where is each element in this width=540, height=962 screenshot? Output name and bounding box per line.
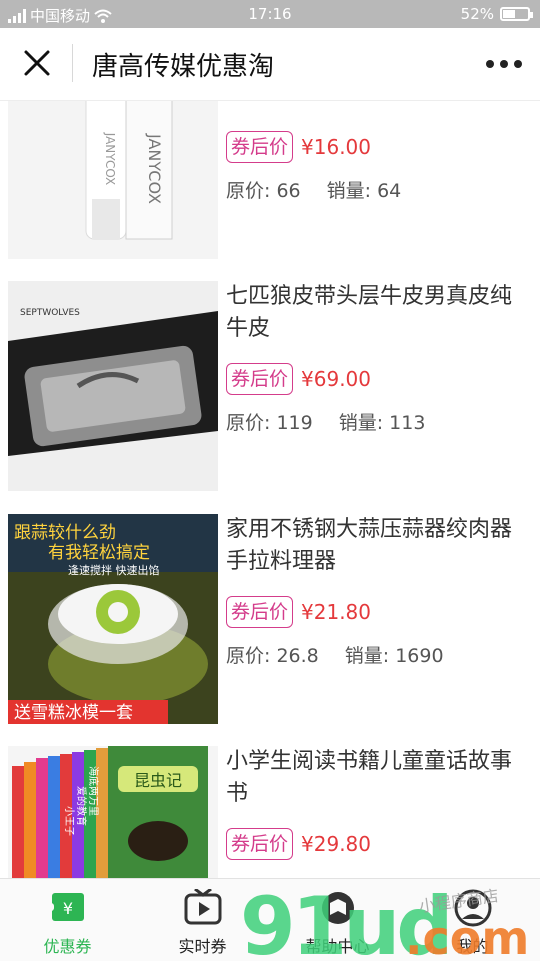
battery-icon <box>500 7 533 21</box>
coupon-price-badge: 券后价 <box>226 363 294 395</box>
coupon-price-badge: 券后价 <box>226 828 294 860</box>
tab-label: 我的 <box>456 937 489 956</box>
banner-text-3: 逢速搅拌 快速出馅 <box>68 563 160 577</box>
brand-label-tube: JANYCOX <box>103 132 117 185</box>
product-item[interactable]: 跟蒜较什么劲 有我轻松搞定 逢速搅拌 快速出馅 送雪糕冰模一套 家用不锈钢大蒜压… <box>0 514 540 724</box>
original-price-label: 原价: <box>226 645 271 667</box>
play-icon <box>184 889 221 925</box>
more-options-button[interactable] <box>486 52 522 76</box>
product-image[interactable]: JANYCOX JANYCOX <box>8 101 218 259</box>
original-price: 119 <box>276 412 313 434</box>
book-title: 爱的教育 <box>75 786 88 826</box>
bottom-tab-bar: ¥ 优惠券 实时券 帮助中心 我的 <box>0 878 540 961</box>
cosmetic-tube-image: JANYCOX JANYCOX <box>8 101 218 259</box>
sales-count: 1690 <box>395 645 444 667</box>
coupon-icon: ¥ <box>47 893 84 921</box>
product-name[interactable]: 七匹狼皮带头层牛皮男真皮纯牛皮 <box>226 281 526 345</box>
dot <box>486 60 494 68</box>
coupon-price-badge: 券后价 <box>226 596 294 628</box>
sales-count: 113 <box>389 412 426 434</box>
close-icon[interactable] <box>20 46 54 80</box>
sales-label: 销量: <box>338 412 384 434</box>
tab-coupons[interactable]: ¥ 优惠券 <box>0 879 135 961</box>
book-title: 小王子 <box>63 806 75 836</box>
original-price-label: 原价: <box>226 180 271 202</box>
coupon-price: ¥16.00 <box>301 135 371 159</box>
user-icon <box>454 889 491 927</box>
page-title: 唐高传媒优惠淘 <box>92 52 275 82</box>
tab-label: 优惠券 <box>43 937 92 956</box>
book-title: 昆虫记 <box>134 771 182 790</box>
title-divider <box>72 44 73 82</box>
help-icon <box>321 892 354 924</box>
price-row: 券后价 ¥21.80 <box>226 596 371 628</box>
sales-label: 销量: <box>344 645 390 667</box>
status-bar: 中国移动 17:16 52% <box>0 0 540 28</box>
status-right: 52% <box>460 5 533 23</box>
sales-count: 64 <box>377 180 402 202</box>
book-title: 海底两万里 <box>87 766 100 816</box>
banner-text-1: 跟蒜较什么劲 <box>14 523 116 543</box>
battery-level <box>503 10 516 18</box>
price-row: 券后价 ¥16.00 <box>226 131 371 163</box>
product-name[interactable]: 家用不锈钢大蒜压蒜器绞肉器手拉料理器 <box>226 514 526 578</box>
original-price: 66 <box>276 180 301 202</box>
product-image[interactable]: SEPTWOLVES <box>8 281 218 491</box>
books-image: 昆虫记 小王子 爱的教育 海底两万里 <box>8 746 218 878</box>
product-item[interactable]: 昆虫记 小王子 爱的教育 海底两万里 小学生阅读书籍儿童童话故事书 券后价 ¥2… <box>0 746 540 878</box>
svg-text:¥: ¥ <box>62 899 72 918</box>
sales-label: 销量: <box>326 180 372 202</box>
garlic-press-image: 跟蒜较什么劲 有我轻松搞定 逢速搅拌 快速出馅 送雪糕冰模一套 <box>8 514 218 724</box>
banner-text-4: 送雪糕冰模一套 <box>14 703 133 723</box>
battery-percent: 52% <box>460 5 494 23</box>
banner-text-2: 有我轻松搞定 <box>48 543 150 563</box>
product-item[interactable]: JANYCOX JANYCOX 箱 券后价 ¥16.00 原价: 66 销量: … <box>0 101 540 259</box>
dot <box>514 60 522 68</box>
original-price-label: 原价: <box>226 412 271 434</box>
brand-label: JANYCOX <box>145 133 164 204</box>
product-image[interactable]: 跟蒜较什么劲 有我轻松搞定 逢速搅拌 快速出馅 送雪糕冰模一套 <box>8 514 218 724</box>
dot <box>500 60 508 68</box>
price-row: 券后价 ¥29.80 <box>226 828 371 860</box>
product-image[interactable]: 昆虫记 小王子 爱的教育 海底两万里 <box>8 746 218 878</box>
coupon-price: ¥29.80 <box>301 832 371 856</box>
coupon-price: ¥21.80 <box>301 600 371 624</box>
tab-label: 实时券 <box>178 937 227 956</box>
product-item[interactable]: SEPTWOLVES 七匹狼皮带头层牛皮男真皮纯牛皮 券后价 ¥69.00 原价… <box>0 281 540 491</box>
tab-help[interactable]: 帮助中心 <box>270 879 405 961</box>
tab-realtime[interactable]: 实时券 <box>135 879 270 961</box>
product-meta: 原价: 119 销量: 113 <box>226 408 425 435</box>
product-meta: 原价: 26.8 销量: 1690 <box>226 641 444 668</box>
coupon-price: ¥69.00 <box>301 367 371 391</box>
belt-image: SEPTWOLVES <box>8 281 218 491</box>
clock: 17:16 <box>248 5 292 23</box>
product-name[interactable]: 小学生阅读书籍儿童童话故事书 <box>226 746 526 810</box>
price-row: 券后价 ¥69.00 <box>226 363 371 395</box>
tab-label: 帮助中心 <box>305 937 370 956</box>
product-meta: 原价: 66 销量: 64 <box>226 176 401 203</box>
original-price: 26.8 <box>276 645 319 667</box>
coupon-price-badge: 券后价 <box>226 131 294 163</box>
tab-mine[interactable]: 我的 <box>405 879 540 961</box>
brand-label: SEPTWOLVES <box>20 308 80 318</box>
product-list[interactable]: JANYCOX JANYCOX 箱 券后价 ¥16.00 原价: 66 销量: … <box>0 101 540 878</box>
title-bar: 唐高传媒优惠淘 <box>0 28 540 101</box>
